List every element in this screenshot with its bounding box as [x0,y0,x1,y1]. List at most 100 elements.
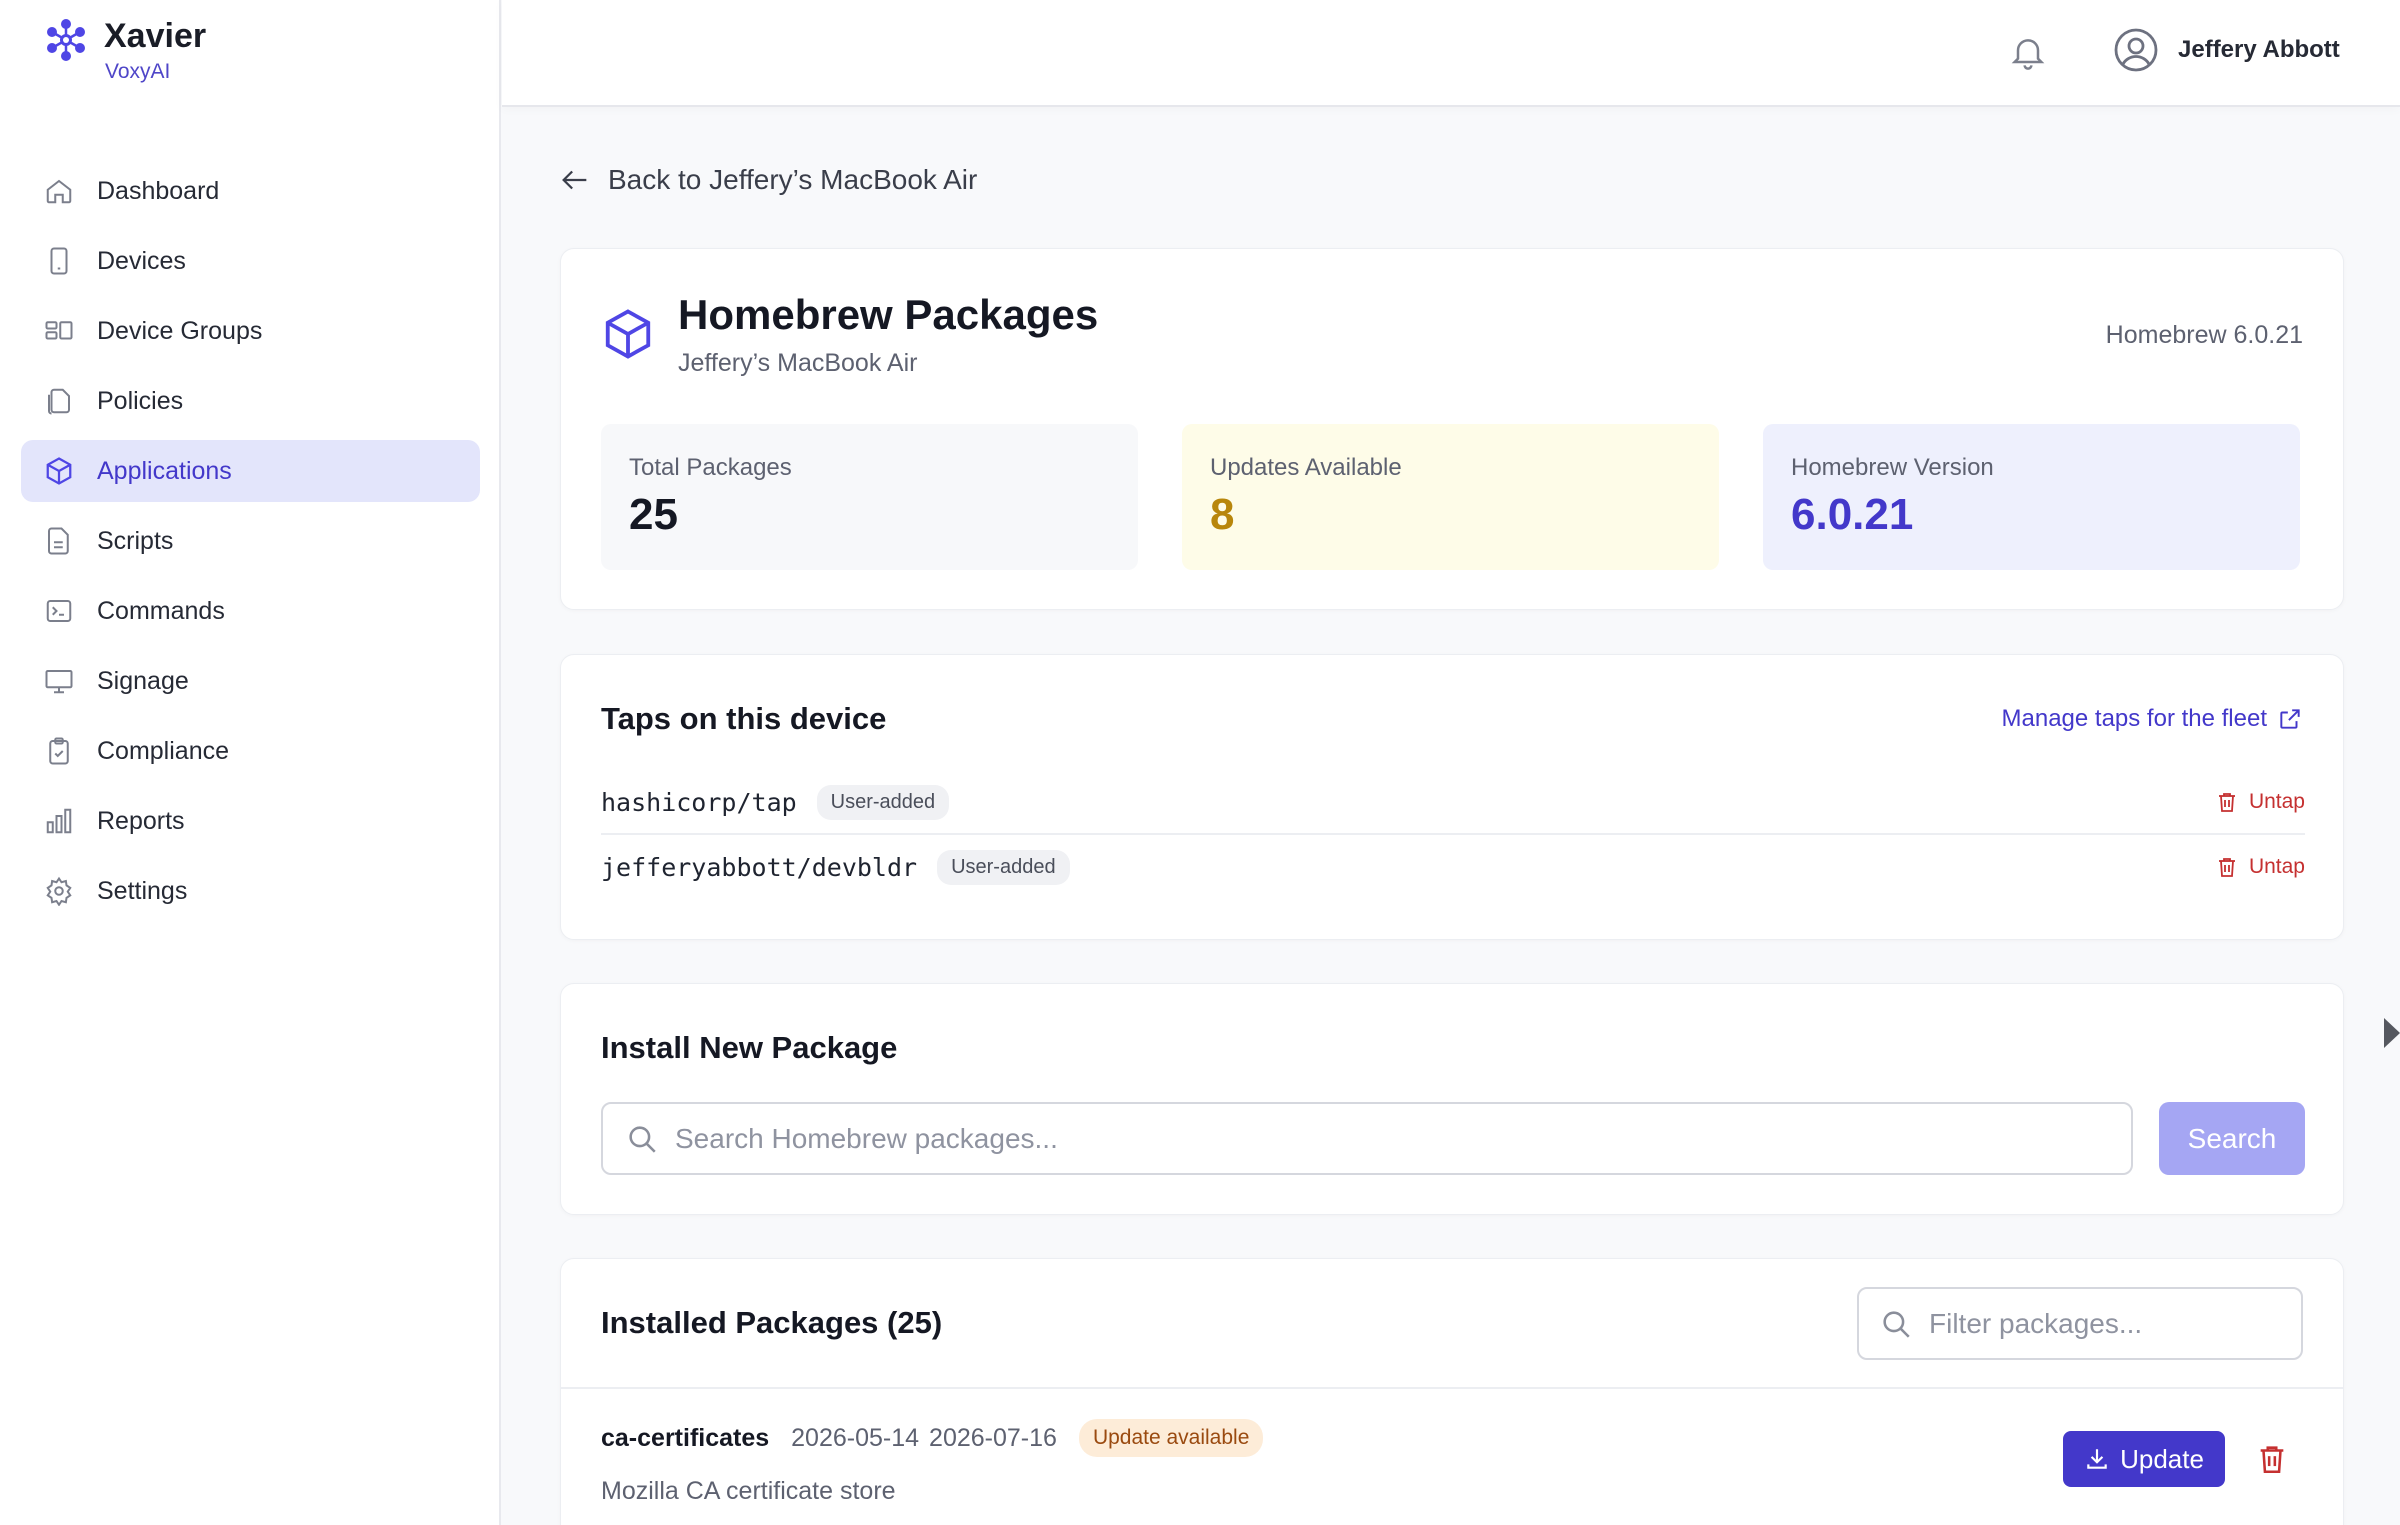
user-name: Jeffery Abbott [2178,36,2340,63]
cube-icon [43,455,75,487]
tap-badge: User-added [937,849,1070,885]
package-installed-version: 2026-05-14 [791,1423,920,1452]
phone-icon [43,245,75,277]
update-button[interactable]: Update [2063,1431,2225,1487]
homebrew-version-label: Homebrew 6.0.21 [2105,321,2303,349]
device-groups-icon [43,315,75,347]
package-description: Mozilla CA certificate store [601,1477,896,1505]
installed-packages-card: Installed Packages (25) Filter packages.… [560,1258,2344,1525]
sidebar-item-label: Policies [97,386,184,415]
homebrew-summary-card: Homebrew Packages Jeffery’s MacBook Air … [560,248,2344,610]
sidebar-item-label: Applications [97,456,232,485]
clipboard-check-icon [43,735,75,767]
bar-chart-icon [43,805,75,837]
brand-org: VoxyAI [105,60,171,83]
sidebar-item-device-groups[interactable]: Device Groups [21,300,480,362]
tap-name: jefferyabbott/devbldr [601,852,918,882]
stat-value: 25 [629,490,678,539]
sidebar-item-label: Reports [97,806,185,835]
sidebar-item-dashboard[interactable]: Dashboard [21,160,480,222]
untap-label: Untap [2248,855,2305,878]
top-bar: Jeffery Abbott [502,0,2400,107]
bell-icon[interactable] [2008,32,2048,72]
arrow-left-icon [562,170,587,190]
search-placeholder: Search Homebrew packages... [675,1122,1058,1154]
untap-button[interactable]: Untap [2215,790,2305,814]
stat-homebrew-version: Homebrew Version 6.0.21 [1763,424,2300,570]
sidebar-item-label: Compliance [97,736,230,765]
tap-name: hashicorp/tap [601,787,797,817]
sidebar-item-label: Signage [97,666,189,695]
sidebar-item-commands[interactable]: Commands [21,580,480,642]
search-icon [1883,1310,1910,1338]
page-subtitle: Jeffery’s MacBook Air [678,349,918,377]
package-name: ca-certificates [601,1423,770,1452]
file-icon [43,525,75,557]
sidebar-nav: Dashboard Devices Device Groups Policies… [21,160,480,930]
stat-label: Updates Available [1210,454,1402,481]
stat-total-packages: Total Packages 25 [601,424,1138,570]
package-search-input[interactable]: Search Homebrew packages... [601,1102,2133,1175]
sidebar-item-label: Device Groups [97,316,263,345]
tap-row: jefferyabbott/devbldr User-added Untap [601,835,2305,899]
sidebar-item-policies[interactable]: Policies [21,370,480,432]
user-menu[interactable]: Jeffery Abbott [2112,26,2340,74]
sidebar-item-label: Devices [97,246,186,275]
divider [561,1387,2343,1389]
gear-icon [43,875,75,907]
back-link-label: Back to Jeffery’s MacBook Air [608,164,978,195]
tap-badge: User-added [816,784,950,820]
monitor-icon [43,665,75,697]
update-label: Update [2120,1443,2204,1474]
filter-packages-input[interactable]: Filter packages... [1857,1287,2303,1360]
update-available-badge: Update available [1078,1419,1264,1457]
sidebar-item-label: Settings [97,876,188,905]
package-row: ca-certificates 2026-05-14 2026-07-16 Up… [601,1419,2305,1506]
stat-value: 8 [1210,490,1235,539]
sidebar-item-settings[interactable]: Settings [21,860,480,922]
external-link-icon [2280,709,2300,729]
untap-button[interactable]: Untap [2215,855,2305,879]
sidebar-item-scripts[interactable]: Scripts [21,510,480,572]
taps-card: Taps on this device Manage taps for the … [560,654,2344,940]
sidebar-item-signage[interactable]: Signage [21,650,480,712]
brand[interactable]: Xavier VoxyAI [42,14,206,84]
sidebar-item-label: Dashboard [97,176,220,205]
brand-logo-icon [47,19,85,61]
brand-name: Xavier [104,17,207,55]
stat-updates-available: Updates Available 8 [1182,424,1719,570]
cube-icon [605,309,651,359]
user-avatar-icon [2114,28,2158,72]
stat-label: Total Packages [629,454,792,481]
home-icon [43,175,75,207]
stat-label: Homebrew Version [1791,454,1994,481]
sidebar-item-label: Commands [97,596,225,625]
trash-icon[interactable] [2255,1442,2289,1476]
manage-taps-label: Manage taps for the fleet [2001,705,2268,732]
taps-title: Taps on this device [601,701,887,736]
download-icon [2087,1449,2107,1469]
install-package-card: Install New Package Search Homebrew pack… [560,983,2344,1215]
page-title: Homebrew Packages [678,291,1099,338]
sidebar-item-compliance[interactable]: Compliance [21,720,480,782]
sidebar-item-applications[interactable]: Applications [21,440,480,502]
install-title: Install New Package [601,1030,898,1065]
back-link[interactable]: Back to Jeffery’s MacBook Air [558,163,977,197]
manage-taps-link[interactable]: Manage taps for the fleet [2002,705,2304,733]
package-latest-version: 2026-07-16 [929,1423,1057,1452]
trash-icon [2218,793,2235,812]
trash-icon [2218,858,2235,877]
stat-value: 6.0.21 [1791,490,1914,539]
documents-icon [43,385,75,417]
filter-placeholder: Filter packages... [1929,1307,2143,1339]
sidebar-item-devices[interactable]: Devices [21,230,480,292]
terminal-icon [43,595,75,627]
tap-row: hashicorp/tap User-added Untap [601,771,2305,835]
cursor-pointer-icon [2384,1018,2400,1048]
untap-label: Untap [2248,790,2305,813]
search-button[interactable]: Search [2159,1102,2305,1175]
sidebar-item-reports[interactable]: Reports [21,790,480,852]
installed-title: Installed Packages (25) [601,1305,943,1340]
sidebar: Xavier VoxyAI Dashboard Devices Device G… [0,0,501,1525]
search-icon [629,1125,656,1153]
